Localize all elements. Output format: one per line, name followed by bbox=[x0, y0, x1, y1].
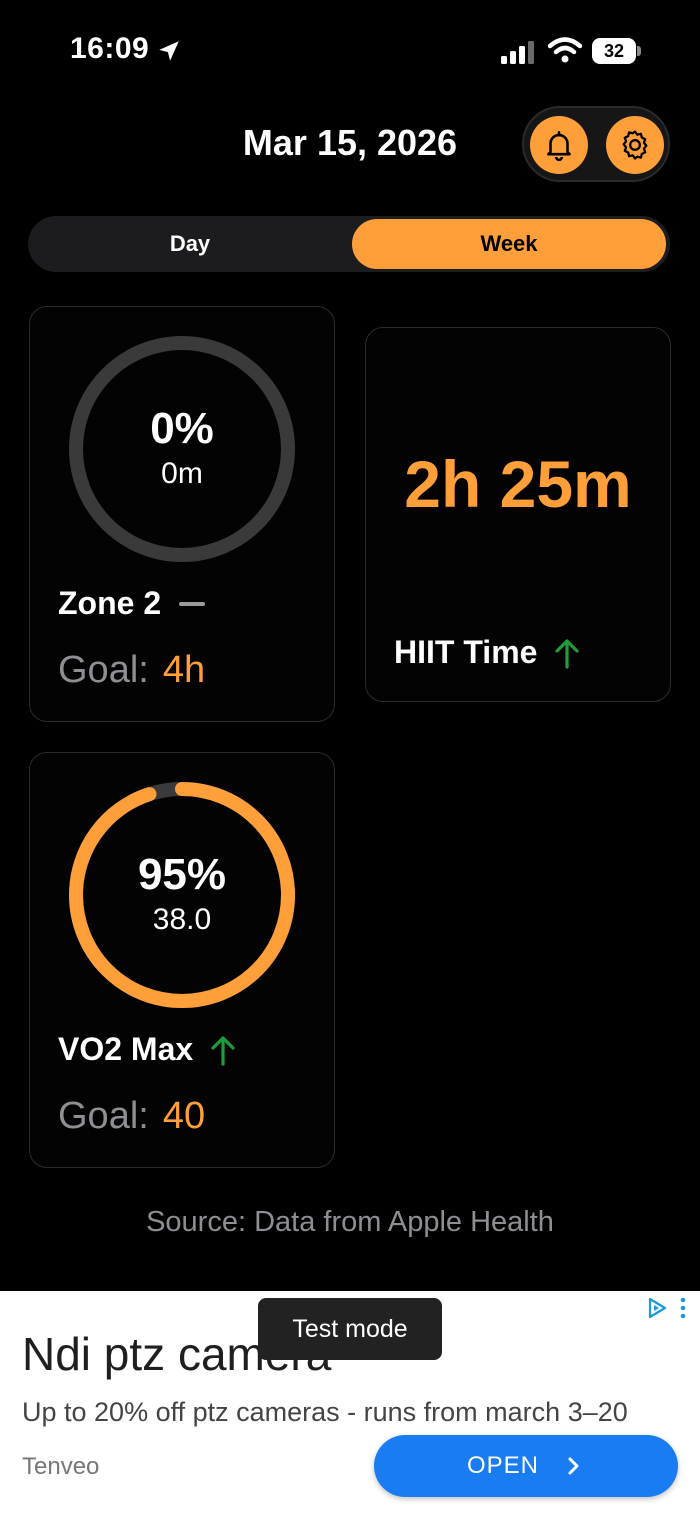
tab-day[interactable]: Day bbox=[32, 219, 348, 269]
status-time: 16:09 bbox=[70, 32, 150, 65]
zone2-value: 0m bbox=[161, 457, 203, 490]
zone2-goal-value: 4h bbox=[162, 649, 206, 691]
zone2-label-row: Zone 2 bbox=[58, 585, 206, 622]
gear-icon bbox=[622, 130, 648, 160]
vo2max-label: VO2 Max bbox=[58, 1031, 194, 1067]
ad-description: Up to 20% off ptz cameras - runs from ma… bbox=[22, 1397, 628, 1427]
cellular-signal-icon bbox=[501, 41, 534, 64]
wifi-icon bbox=[548, 37, 582, 63]
zone2-percent: 0% bbox=[150, 404, 214, 453]
ad-open-button[interactable]: OPEN bbox=[374, 1435, 678, 1497]
hiit-label: HIIT Time bbox=[394, 634, 538, 670]
bell-icon bbox=[547, 130, 571, 162]
vo2max-goal-row: Goal: 40 bbox=[58, 1095, 205, 1138]
period-segmented-control: Day Week bbox=[28, 216, 670, 272]
hiit-label-row: HIIT Time bbox=[394, 634, 581, 671]
tab-week[interactable]: Week bbox=[352, 219, 666, 269]
ad-advertiser: Tenveo bbox=[22, 1453, 100, 1480]
vo2max-goal-label: Goal: bbox=[58, 1095, 149, 1137]
chevron-right-icon bbox=[568, 1457, 579, 1475]
header-actions bbox=[522, 106, 670, 182]
zone2-goal-label: Goal: bbox=[58, 649, 149, 691]
zone2-progress-ring: 0% 0m bbox=[66, 333, 298, 565]
data-source-note: Source: Data from Apple Health bbox=[146, 1206, 554, 1238]
trend-neutral-icon bbox=[179, 601, 206, 606]
battery-icon: 32 bbox=[592, 38, 642, 64]
test-mode-toast: Test mode bbox=[258, 1298, 442, 1360]
vo2max-value: 38.0 bbox=[152, 903, 212, 936]
battery-level: 32 bbox=[592, 38, 636, 64]
zone2-card[interactable]: 0% 0m Zone 2 Goal: 4h bbox=[29, 306, 335, 722]
vo2max-card[interactable]: 95% 38.0 VO2 Max Goal: 40 bbox=[29, 752, 335, 1168]
zone2-label: Zone 2 bbox=[58, 585, 162, 621]
zone2-goal-row: Goal: 4h bbox=[58, 649, 205, 692]
ad-choices-icon[interactable] bbox=[646, 1297, 668, 1319]
ad-open-label: OPEN bbox=[466, 1452, 539, 1479]
hiit-value: 2h 25m bbox=[404, 447, 632, 521]
trend-up-icon bbox=[211, 1035, 235, 1066]
page-title: Mar 15, 2026 bbox=[242, 122, 458, 163]
more-options-icon[interactable] bbox=[679, 1297, 687, 1319]
vo2max-percent: 95% bbox=[137, 850, 227, 899]
notifications-button[interactable] bbox=[530, 116, 588, 174]
vo2max-progress-ring: 95% 38.0 bbox=[66, 779, 298, 1011]
vo2max-goal-value: 40 bbox=[162, 1095, 206, 1137]
location-arrow-icon bbox=[159, 41, 179, 61]
vo2max-label-row: VO2 Max bbox=[58, 1031, 237, 1068]
settings-button[interactable] bbox=[606, 116, 664, 174]
hiit-card[interactable]: 2h 25m HIIT Time bbox=[365, 327, 671, 702]
trend-up-icon bbox=[555, 638, 580, 669]
